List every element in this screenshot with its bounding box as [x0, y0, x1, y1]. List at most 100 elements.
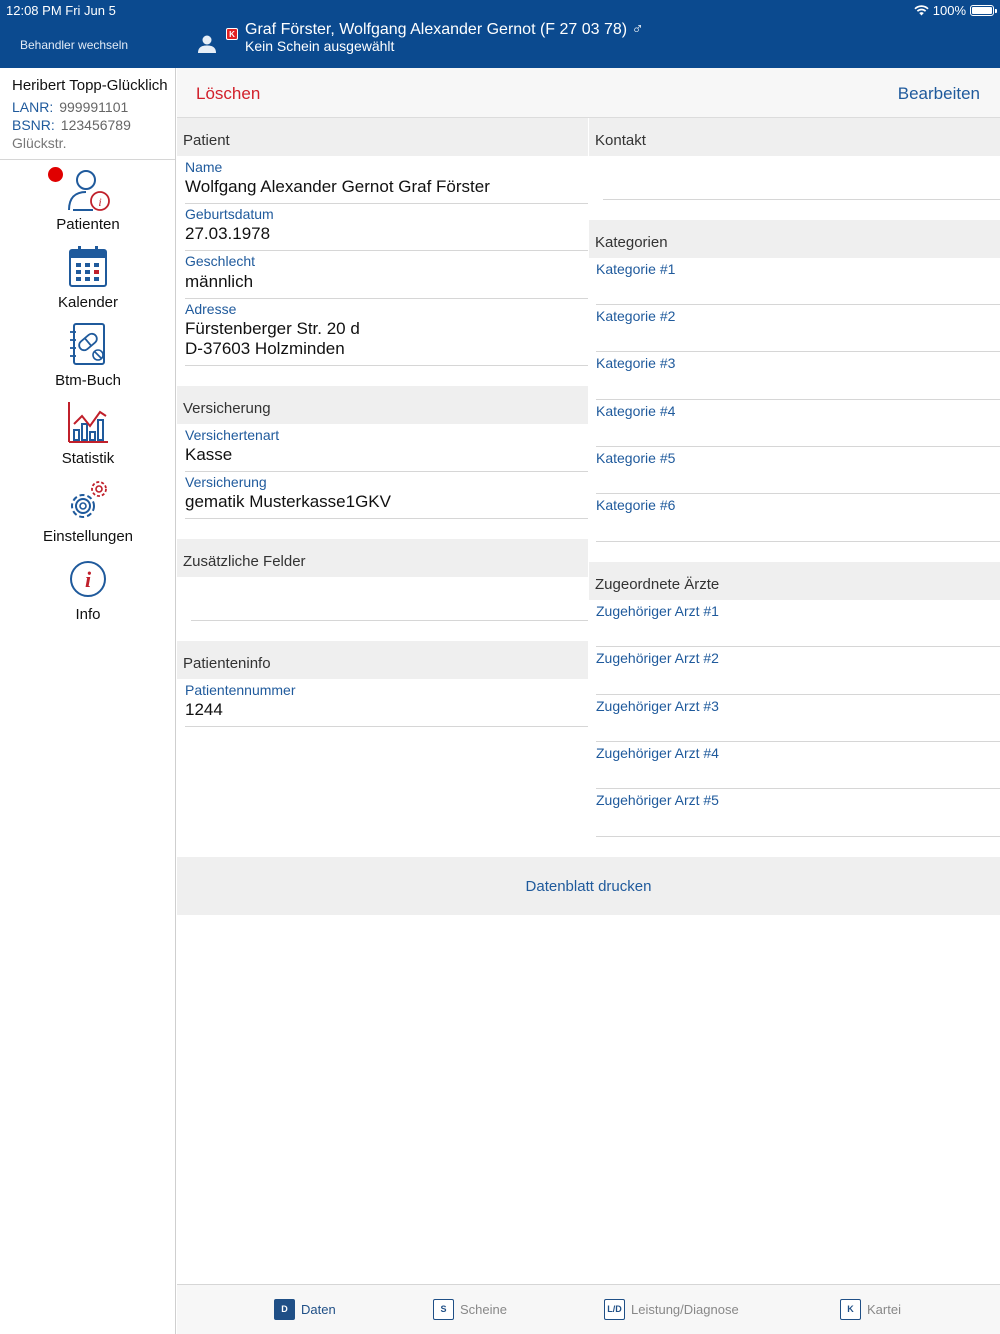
tab-scheine-label: Scheine [460, 1302, 507, 1317]
nav-statistik[interactable]: Statistik [0, 400, 176, 467]
section-insurance-header: Versicherung [177, 386, 588, 424]
divider [596, 399, 1000, 400]
category-item[interactable]: Kategorie #4 [596, 403, 675, 419]
section-extra-header: Zusätzliche Felder [177, 539, 588, 577]
divider [596, 351, 1000, 352]
nav-label-einstellungen: Einstellungen [42, 528, 134, 545]
lanr-row: LANR: 999991101 [12, 99, 175, 115]
section-patinfo-header: Patienteninfo [177, 641, 588, 679]
divider [596, 304, 1000, 305]
print-datasheet-button[interactable]: Datenblatt drucken [526, 878, 652, 895]
bsnr-value: 123456789 [60, 117, 131, 133]
address-line1: Fürstenberger Str. 20 d [185, 319, 360, 338]
insurance-type-value: Kasse [185, 445, 233, 464]
insurance-label: Versicherung [185, 474, 267, 490]
status-right: 100% [914, 3, 997, 18]
doctor-street: Glückstr. [12, 135, 67, 151]
nav-label-kalender: Kalender [57, 294, 119, 311]
divider [596, 646, 1000, 647]
patient-schein-status: Kein Schein ausgewählt [245, 38, 395, 54]
nav-btm-buch[interactable]: Btm-Buch [0, 322, 176, 389]
birthdate-value: 27.03.1978 [185, 224, 271, 243]
top-bar: 12:08 PM Fri Jun 5 100% Behandler wechse… [0, 0, 1000, 68]
patient-number-label: Patientennummer [185, 682, 296, 698]
svg-text:i: i [98, 195, 101, 209]
section-contact-header: Kontakt [589, 118, 1000, 156]
patient-person-icon[interactable] [197, 34, 217, 54]
svg-text:i: i [85, 567, 92, 592]
status-time: 12:08 PM Fri Jun 5 [6, 3, 116, 18]
nav-info[interactable]: i Info [0, 556, 176, 623]
section-doctors-header: Zugeordnete Ärzte [589, 562, 1000, 600]
tab-scheine-key: S [433, 1299, 454, 1320]
calendar-icon [69, 246, 107, 287]
divider [185, 203, 588, 204]
tab-kartei-label: Kartei [867, 1302, 901, 1317]
divider [185, 518, 588, 519]
btm-book-icon [70, 323, 105, 365]
sidebar: Heribert Topp-Glücklich LANR: 999991101 B… [0, 68, 176, 1334]
assigned-doctor-item[interactable]: Zugehöriger Arzt #5 [596, 792, 719, 808]
divider [603, 199, 1000, 200]
assigned-doctor-item[interactable]: Zugehöriger Arzt #4 [596, 745, 719, 761]
assigned-doctor-item[interactable]: Zugehöriger Arzt #3 [596, 698, 719, 714]
patient-title: Graf Förster, Wolfgang Alexander Gernot … [245, 21, 644, 38]
category-item[interactable]: Kategorie #6 [596, 497, 675, 513]
section-patient-header: Patient [177, 118, 588, 156]
divider [596, 446, 1000, 447]
divider [596, 694, 1000, 695]
battery-percent: 100% [932, 3, 966, 18]
lanr-value: 999991101 [59, 99, 129, 115]
nav-label-statistik: Statistik [61, 450, 115, 467]
patient-info-icon: i [68, 170, 110, 211]
kartei-badge: K [226, 28, 238, 40]
switch-doctor-button[interactable]: Behandler wechseln [20, 38, 128, 52]
nav-einstellungen[interactable]: Einstellungen [0, 478, 176, 545]
info-icon: i [70, 561, 106, 597]
delete-button[interactable]: Löschen [196, 84, 260, 104]
doctor-info: Heribert Topp-Glücklich LANR: 999991101 B… [0, 68, 175, 160]
bsnr-label: BSNR: [12, 117, 55, 133]
tab-kartei[interactable]: K Kartei [840, 1299, 901, 1320]
settings-gear-icon [71, 481, 107, 518]
tab-scheine[interactable]: S Scheine [433, 1299, 507, 1320]
category-item[interactable]: Kategorie #3 [596, 355, 675, 371]
divider [185, 365, 588, 366]
assigned-doctor-item[interactable]: Zugehöriger Arzt #2 [596, 650, 719, 666]
category-item[interactable]: Kategorie #2 [596, 308, 675, 324]
name-value: Wolfgang Alexander Gernot Graf Förster [185, 177, 490, 196]
nav-label-info: Info [75, 606, 101, 623]
nav-patienten[interactable]: i Patienten [0, 166, 176, 233]
statistics-chart-icon [68, 402, 108, 443]
print-bar: Datenblatt drucken [177, 857, 1000, 915]
sex-label: Geschlecht [185, 253, 256, 269]
edit-button[interactable]: Bearbeiten [898, 84, 980, 104]
assigned-doctor-item[interactable]: Zugehöriger Arzt #1 [596, 603, 719, 619]
nav-kalender[interactable]: Kalender [0, 244, 176, 311]
wifi-icon [914, 5, 929, 16]
action-bar: Löschen Bearbeiten [177, 68, 1000, 118]
nav-label-patienten: Patienten [56, 216, 120, 233]
tab-daten-label: Daten [301, 1302, 336, 1317]
divider [185, 471, 588, 472]
birthdate-label: Geburtsdatum [185, 206, 274, 222]
main-content: Löschen Bearbeiten Patient Name Wolfgang… [177, 68, 1000, 1284]
patient-number-value: 1244 [185, 700, 223, 719]
divider [596, 836, 1000, 837]
category-item[interactable]: Kategorie #5 [596, 450, 675, 466]
divider [596, 493, 1000, 494]
name-label: Name [185, 159, 223, 175]
section-categories-header: Kategorien [589, 220, 1000, 258]
nav-label-btm-buch: Btm-Buch [55, 372, 121, 389]
tab-leistung-diagnose[interactable]: L/D Leistung/Diagnose [604, 1299, 739, 1320]
tab-leistung-key: L/D [604, 1299, 625, 1320]
tab-leistung-label: Leistung/Diagnose [631, 1302, 739, 1317]
address-line2: D-37603 Holzminden [185, 339, 345, 358]
battery-icon [970, 5, 997, 16]
divider [185, 250, 588, 251]
divider [185, 298, 588, 299]
category-item[interactable]: Kategorie #1 [596, 261, 675, 277]
doctor-name: Heribert Topp-Glücklich [12, 77, 168, 94]
bsnr-row: BSNR: 123456789 [12, 117, 175, 133]
tab-daten[interactable]: D Daten [274, 1299, 336, 1320]
